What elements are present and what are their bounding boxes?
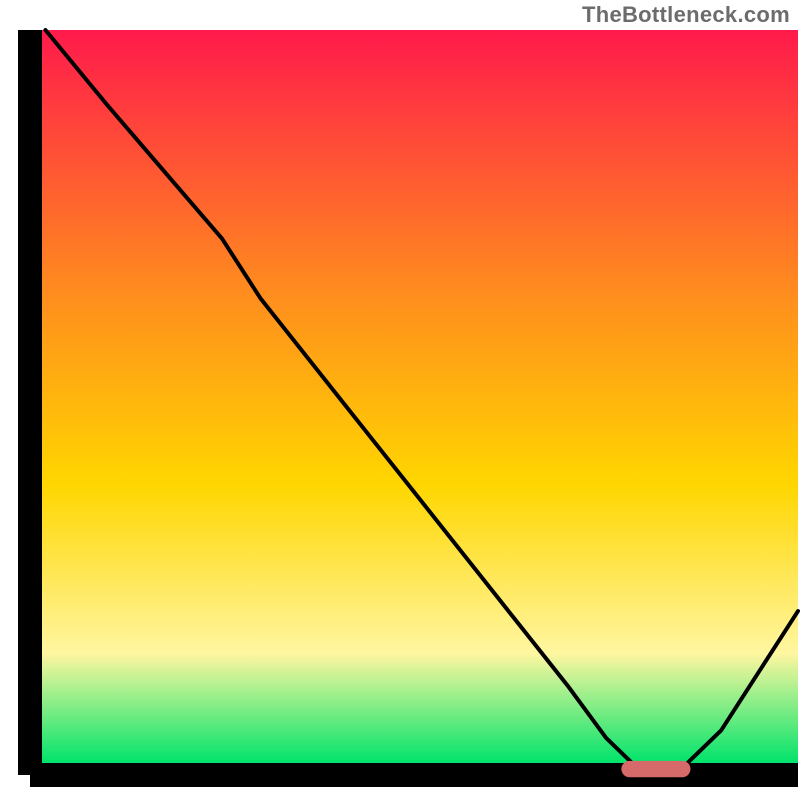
watermark-text: TheBottleneck.com xyxy=(582,2,790,28)
plot-background xyxy=(42,30,798,763)
bottleneck-chart xyxy=(0,0,800,800)
chart-container: TheBottleneck.com xyxy=(0,0,800,800)
optimal-range-marker xyxy=(621,761,690,777)
